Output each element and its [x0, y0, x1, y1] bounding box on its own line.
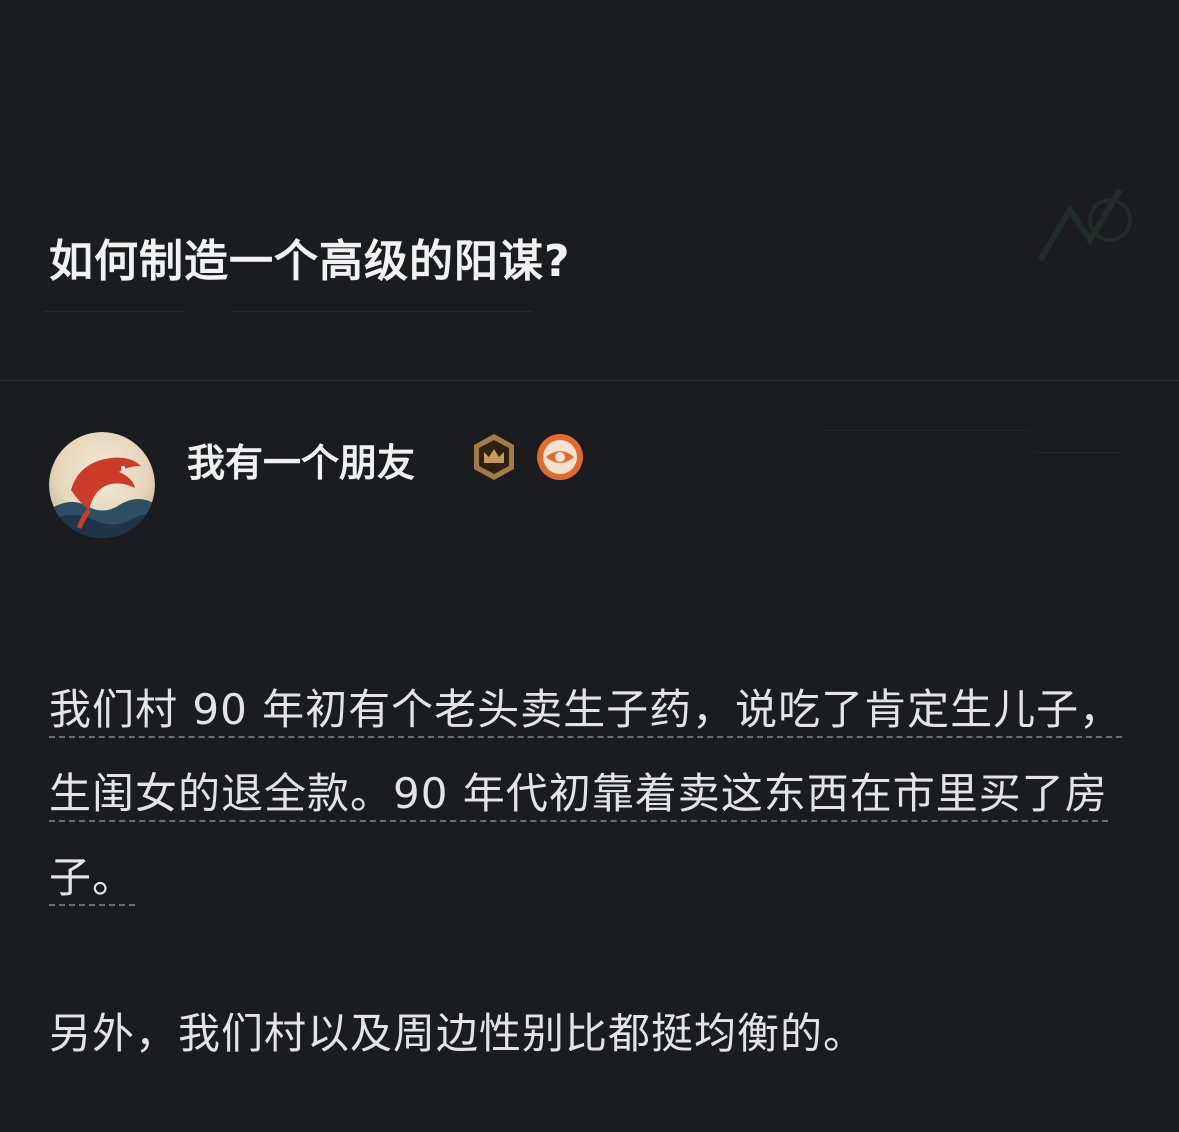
faint-line — [825, 430, 1030, 431]
tab-underline-left — [44, 311, 184, 312]
highlighted-text[interactable]: 我们村 90 年初有个老头卖生子药，说吃了肯定生儿子，生闺女的退全款。90 年代… — [49, 685, 1123, 906]
dolphin-avatar-icon — [49, 432, 155, 538]
answer-paragraph: 另外，我们村以及周边性别比都挺均衡的。 — [49, 1009, 867, 1058]
faint-line — [1035, 452, 1120, 453]
tab-underline-right — [232, 311, 532, 312]
answer-content: 我们村 90 年初有个老头卖生子药，说吃了肯定生儿子，生闺女的退全款。90 年代… — [49, 668, 1139, 1076]
watermark-icon — [1037, 188, 1132, 262]
eye-badge-icon[interactable] — [535, 432, 585, 482]
question-title[interactable]: 如何制造一个高级的阳谋? — [49, 225, 571, 289]
section-divider — [0, 380, 1179, 381]
answer-paragraph: 我们村 90 年初有个老头卖生子药，说吃了肯定生儿子，生闺女的退全款。90 年代… — [49, 668, 1139, 920]
answer-page: 如何制造一个高级的阳谋? 我有一个朋友 我们村 90 年初有个老头卖生子药，说吃… — [0, 0, 1179, 1132]
author-avatar[interactable] — [49, 432, 155, 538]
crown-badge-icon[interactable] — [469, 432, 519, 482]
author-name[interactable]: 我有一个朋友 — [187, 432, 415, 487]
